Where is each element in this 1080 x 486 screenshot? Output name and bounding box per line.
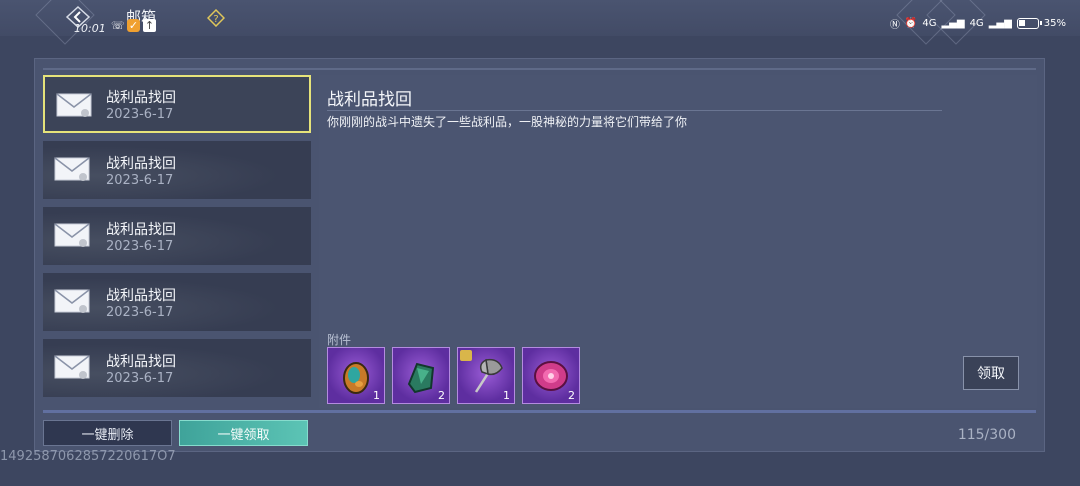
- mail-item[interactable]: 战利品找回 2023-6-17: [43, 339, 311, 397]
- signal-icon: ▂▄▆: [941, 18, 965, 29]
- claim-button[interactable]: 领取: [963, 356, 1019, 390]
- attachment-slot[interactable]: 2: [522, 347, 580, 404]
- status-time: 10:01: [74, 22, 106, 35]
- attachment-count: 1: [503, 389, 510, 402]
- watermark-text: 1492587062857220617O7: [0, 449, 176, 464]
- mail-date: 2023-6-17: [106, 305, 174, 320]
- mail-date: 2023-6-17: [106, 239, 174, 254]
- status-right: Ⓝ ⏰ 4G ▂▄▆ 4G ▂▄▆ 35%: [890, 16, 1066, 31]
- attachment-slot[interactable]: 2: [392, 347, 450, 404]
- divider: [327, 110, 942, 111]
- top-bar: 邮箱 10:01 ☏ ✓ ↑ ? Ⓝ ⏰ 4G ▂▄▆ 4G ▂▄▆ 35%: [0, 0, 1080, 45]
- svg-text:?: ?: [213, 14, 218, 25]
- mail-detail-title: 战利品找回: [327, 90, 412, 110]
- mail-item[interactable]: 战利品找回 2023-6-17: [43, 207, 311, 265]
- mail-detail-body: 你刚刚的战斗中遗失了一些战利品，一股神秘的力量将它们带给了你: [327, 115, 688, 129]
- green-crystal-icon: [407, 362, 435, 394]
- question-mark-icon: ?: [206, 8, 226, 28]
- envelope-icon: [54, 355, 90, 379]
- attachment-count: 2: [438, 389, 445, 402]
- mail-title: 战利品找回: [106, 156, 176, 172]
- mail-item[interactable]: 战利品找回 2023-6-17: [43, 75, 311, 133]
- signal-icon: ▂▄▆: [988, 18, 1012, 29]
- mail-detail: 战利品找回 你刚刚的战斗中遗失了一些战利品，一股神秘的力量将它们带给了你 附件 …: [319, 75, 1037, 408]
- nfc-icon: Ⓝ: [889, 20, 900, 31]
- attachment-slot[interactable]: 1: [457, 347, 515, 404]
- divider: [43, 68, 1036, 70]
- mail-title: 战利品找回: [106, 222, 176, 238]
- divider: [43, 410, 1036, 413]
- attachment-count: 2: [568, 389, 575, 402]
- delete-all-button[interactable]: 一键删除: [43, 420, 172, 446]
- call-icon: ☏: [111, 19, 125, 32]
- mail-date: 2023-6-17: [106, 173, 174, 188]
- claim-all-button[interactable]: 一键领取: [179, 420, 308, 446]
- mail-title: 战利品找回: [106, 288, 176, 304]
- amber-gem-icon: [343, 362, 369, 394]
- attachment-count: 1: [373, 389, 380, 402]
- attachments-label: 附件: [327, 333, 352, 347]
- mail-title: 战利品找回: [106, 354, 176, 370]
- pink-gem-icon: [534, 361, 568, 391]
- network-label-2: 4G: [969, 18, 984, 29]
- envelope-icon: [56, 93, 92, 117]
- mail-panel: 战利品找回 2023-6-17 战利品找回 2023-6-17 战利品找回 20…: [34, 58, 1045, 452]
- mail-item[interactable]: 战利品找回 2023-6-17: [43, 273, 311, 331]
- upload-icon: ↑: [143, 19, 156, 32]
- envelope-icon: [54, 289, 90, 313]
- envelope-icon: [54, 157, 90, 181]
- app-notification-icon: ✓: [127, 19, 140, 32]
- mail-count: 115/300: [957, 427, 1016, 443]
- alarm-icon: ⏰: [904, 18, 918, 29]
- battery-percent: 35%: [1043, 18, 1066, 29]
- mail-date: 2023-6-17: [106, 371, 174, 386]
- envelope-icon: [54, 223, 90, 247]
- status-left-icons: ☏ ✓ ↑: [111, 19, 156, 32]
- attachments-row: 1 2 1 2: [327, 347, 580, 404]
- mail-date: 2023-6-17: [106, 107, 174, 122]
- mail-list[interactable]: 战利品找回 2023-6-17 战利品找回 2023-6-17 战利品找回 20…: [43, 75, 311, 403]
- attachment-slot[interactable]: 1: [327, 347, 385, 404]
- network-label-1: 4G: [922, 18, 937, 29]
- help-button[interactable]: ?: [206, 8, 226, 28]
- mail-item[interactable]: 战利品找回 2023-6-17: [43, 141, 311, 199]
- battery-icon: [1016, 18, 1042, 29]
- mail-title: 战利品找回: [106, 90, 176, 106]
- battle-axe-icon: [474, 358, 503, 393]
